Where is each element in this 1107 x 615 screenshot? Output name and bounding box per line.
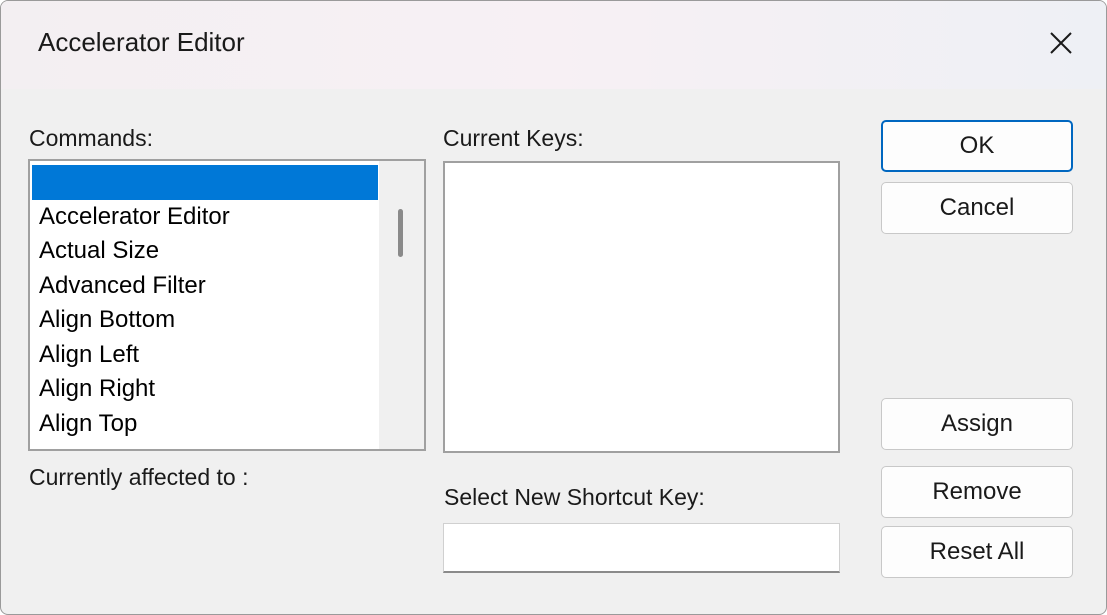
command-list-item[interactable] bbox=[32, 165, 378, 200]
commands-listbox[interactable]: Accelerator Editor Actual Size Advanced Fi… bbox=[28, 159, 426, 451]
assign-button[interactable]: Assign bbox=[881, 398, 1073, 450]
shortcut-key-input[interactable] bbox=[443, 523, 840, 573]
title-bar: Accelerator Editor bbox=[1, 1, 1106, 89]
dialog-title: Accelerator Editor bbox=[38, 27, 245, 57]
commands-label: Commands: bbox=[29, 125, 153, 151]
shortcut-key-label: Select New Shortcut Key: bbox=[444, 484, 705, 510]
command-list-item[interactable]: Advanced Filter bbox=[32, 269, 378, 304]
reset-all-button[interactable]: Reset All bbox=[881, 526, 1073, 578]
close-icon bbox=[1050, 32, 1072, 54]
accelerator-editor-dialog: Accelerator Editor Commands: Accelerator… bbox=[0, 0, 1107, 615]
scrollbar-thumb[interactable] bbox=[398, 209, 403, 257]
commands-list-items: Accelerator Editor Actual Size Advanced Fi… bbox=[32, 165, 378, 441]
command-list-item[interactable]: Actual Size bbox=[32, 234, 378, 269]
cancel-button[interactable]: Cancel bbox=[881, 182, 1073, 234]
close-button[interactable] bbox=[1031, 19, 1091, 67]
current-keys-label: Current Keys: bbox=[443, 125, 584, 151]
command-list-item[interactable]: Align Right bbox=[32, 372, 378, 407]
current-keys-listbox[interactable] bbox=[443, 161, 840, 453]
remove-button[interactable]: Remove bbox=[881, 466, 1073, 518]
command-list-item[interactable]: Align Top bbox=[32, 407, 378, 442]
command-list-item[interactable]: Align Left bbox=[32, 338, 378, 373]
ok-button[interactable]: OK bbox=[881, 120, 1073, 172]
command-list-item[interactable]: Accelerator Editor bbox=[32, 200, 378, 235]
commands-scrollbar[interactable] bbox=[379, 161, 424, 449]
command-list-item[interactable]: Align Bottom bbox=[32, 303, 378, 338]
currently-affected-label: Currently affected to : bbox=[29, 464, 249, 490]
